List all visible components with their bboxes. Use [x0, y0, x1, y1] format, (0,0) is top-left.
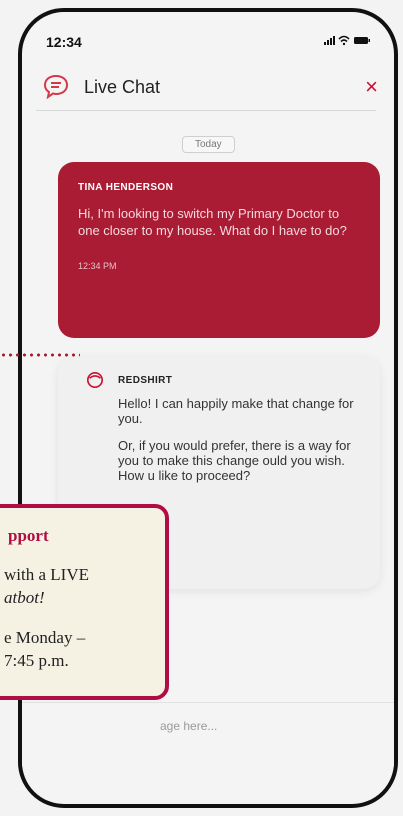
user-message: TINA HENDERSON Hi, I'm looking to switch… — [58, 162, 380, 338]
date-chip: Today — [182, 136, 235, 153]
status-time: 12:34 — [46, 34, 82, 50]
bot-avatar-icon — [86, 371, 104, 389]
callout-line: 7:45 p.m. — [4, 651, 69, 670]
callout-title: pport — [8, 526, 49, 545]
chat-header: Live Chat × — [22, 68, 394, 114]
wifi-icon — [338, 35, 350, 46]
message-timestamp: 12:34 PM — [78, 261, 117, 271]
message-text: Hi, I'm looking to switch my Primary Doc… — [78, 206, 347, 238]
message-input-placeholder[interactable]: age here... — [160, 719, 217, 733]
status-bar: 12:34 — [22, 12, 394, 62]
message-text: Hello! I can happily make that change fo… — [118, 396, 364, 483]
callout-line: with a LIVE — [4, 565, 89, 584]
message-input-bar[interactable]: age here... — [22, 702, 394, 767]
header-divider — [36, 110, 376, 111]
message-paragraph: Hello! I can happily make that change fo… — [118, 396, 354, 426]
support-callout: pport with a LIVE atbot! e Monday – 7:45… — [0, 504, 169, 700]
callout-line: atbot! — [4, 588, 45, 607]
callout-connector — [0, 352, 80, 358]
status-icons — [324, 34, 372, 49]
close-button[interactable]: × — [365, 76, 378, 98]
message-sender: TINA HENDERSON — [78, 182, 174, 193]
battery-icon — [354, 37, 370, 44]
callout-line: e Monday – — [4, 628, 86, 647]
message-sender: REDSHIRT — [118, 375, 173, 386]
page-title: Live Chat — [84, 77, 161, 97]
signal-icon — [324, 36, 335, 45]
chat-bubble-icon — [43, 74, 69, 100]
message-paragraph: Or, if you would prefer, there is a way … — [118, 438, 351, 483]
